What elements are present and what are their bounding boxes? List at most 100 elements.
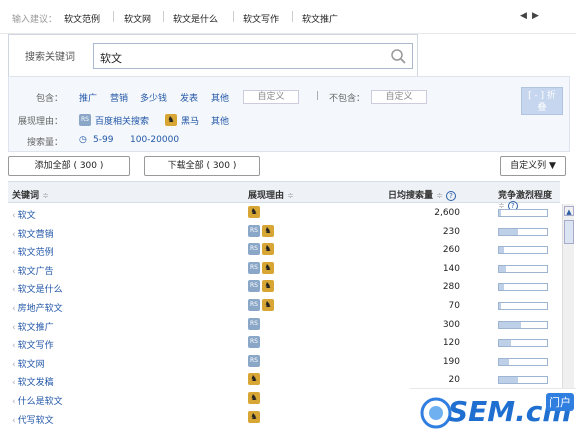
keyword-text: 软文范例 xyxy=(17,248,54,259)
reason-cell: ♞ xyxy=(248,392,262,404)
competition-bar xyxy=(498,302,548,310)
custom-columns-button[interactable]: 自定义列 ▼ xyxy=(500,156,566,176)
keyword-link[interactable]: ‹ 房地产软文 xyxy=(12,301,63,314)
column-header-volume[interactable]: 日均搜索量 ≑ ? xyxy=(388,188,456,201)
prev-arrow-icon[interactable]: ◀ xyxy=(520,11,527,21)
scroll-thumb[interactable] xyxy=(564,220,574,244)
include-option[interactable]: 发表 xyxy=(180,91,198,104)
add-arrow-icon[interactable]: ‹ xyxy=(12,341,16,351)
filter-panel: 包含： 推广 营销 多少钱 发表 其他 自定义 | 不包含： 自定义 [ - ]… xyxy=(8,76,570,152)
keyword-link[interactable]: ‹ 软文营销 xyxy=(12,227,54,240)
download-all-button[interactable]: 下载全部 ( 300 ) xyxy=(144,156,260,176)
sort-icon[interactable]: ≑ xyxy=(287,191,294,200)
help-icon[interactable]: ? xyxy=(446,191,456,201)
next-arrow-icon[interactable]: ▶ xyxy=(532,11,539,21)
competition-bar xyxy=(498,357,548,366)
keyword-link[interactable]: ‹ 什么是软文 xyxy=(12,394,63,407)
competition-fill xyxy=(499,247,504,254)
suggestion-item[interactable]: 软文写作 xyxy=(243,12,279,25)
include-option[interactable]: 推广 xyxy=(79,91,97,104)
add-arrow-icon[interactable]: ‹ xyxy=(12,267,16,277)
reason-label: 展现理由： xyxy=(17,117,63,127)
scroll-up-icon[interactable]: ▲ xyxy=(564,206,574,216)
reason-cell: ♞ xyxy=(248,410,262,423)
add-arrow-icon[interactable]: ‹ xyxy=(12,378,16,388)
keyword-link[interactable]: ‹ 软文写作 xyxy=(12,338,54,351)
keyword-link[interactable]: ‹ 软文范例 xyxy=(12,245,54,258)
keyword-link[interactable]: ‹ 软文网 xyxy=(12,357,45,370)
reason-option-horse[interactable]: 黑马 xyxy=(181,114,199,127)
add-arrow-icon[interactable]: ‹ xyxy=(12,211,16,221)
column-header-keyword[interactable]: 关键词 ≑ xyxy=(12,188,49,201)
add-arrow-icon[interactable]: ‹ xyxy=(12,416,16,426)
reason-cell: RS ♞ xyxy=(248,243,276,256)
keyword-link[interactable]: ‹ 软文是什么 xyxy=(12,282,63,295)
reason-option-rs[interactable]: 百度相关搜索 xyxy=(95,114,149,127)
horse-icon: ♞ xyxy=(262,261,274,274)
reason-option-other[interactable]: 其他 xyxy=(211,114,229,127)
keyword-link[interactable]: ‹ 软文发稿 xyxy=(12,375,54,388)
rs-icon: RS xyxy=(248,243,260,256)
rs-icon: RS xyxy=(248,261,260,274)
search-volume: 2,600 xyxy=(434,208,460,218)
volume-option[interactable]: 5-99 xyxy=(93,135,113,145)
volume-row: 搜索量： ◷ 5-99 100-20000 xyxy=(9,135,569,151)
divider xyxy=(233,11,234,22)
add-arrow-icon[interactable]: ‹ xyxy=(12,360,16,370)
add-all-button[interactable]: 添加全部 ( 300 ) xyxy=(8,156,130,176)
table-row: ‹ 软文网 RS 190 xyxy=(8,353,560,372)
add-arrow-icon[interactable]: ‹ xyxy=(12,323,16,333)
sort-icon[interactable]: ≑ xyxy=(436,191,443,200)
add-arrow-icon[interactable]: ‹ xyxy=(12,304,16,314)
competition-bar xyxy=(498,283,548,292)
rs-icon: RS xyxy=(79,114,91,126)
suggestion-item[interactable]: 软文网 xyxy=(124,12,151,25)
include-option[interactable]: 其他 xyxy=(211,91,229,104)
include-option[interactable]: 多少钱 xyxy=(140,91,167,104)
divider xyxy=(292,11,293,22)
search-value: 软文 xyxy=(100,52,122,65)
reason-cell: ♞ xyxy=(248,373,262,386)
add-arrow-icon[interactable]: ‹ xyxy=(12,285,16,295)
table-row: ‹ 软文 ♞ 2,600 xyxy=(8,204,560,223)
sort-icon[interactable]: ≑ xyxy=(42,191,49,200)
table-row: ‹ 软文是什么 RS ♞ 280 xyxy=(8,278,560,297)
keyword-text: 软文写作 xyxy=(17,341,54,352)
reason-cell: RS ♞ xyxy=(248,261,276,274)
suggestion-item[interactable]: 软文是什么 xyxy=(173,12,218,25)
include-custom-field[interactable]: 自定义 xyxy=(243,90,299,104)
exclude-custom-field[interactable]: 自定义 xyxy=(371,90,427,104)
search-volume: 120 xyxy=(442,338,460,349)
include-label: 包含： xyxy=(35,94,63,104)
keyword-text: 软文广告 xyxy=(17,266,54,277)
suggestion-item[interactable]: 软文范例 xyxy=(64,12,100,25)
competition-fill xyxy=(499,358,509,365)
add-arrow-icon[interactable]: ‹ xyxy=(12,230,16,240)
add-arrow-icon[interactable]: ‹ xyxy=(12,397,16,407)
table-header: 关键词 ≑ 展现理由 ≑ 日均搜索量 ≑ ? 竞争激烈程度 ≑ ? xyxy=(8,181,560,211)
add-arrow-icon[interactable]: ‹ xyxy=(12,248,16,258)
fold-button[interactable]: [ - ] 折 叠 xyxy=(521,87,563,115)
search-volume: 70 xyxy=(448,301,460,311)
suggestion-item[interactable]: 软文推广 xyxy=(302,12,338,25)
reason-cell: ♞ xyxy=(248,206,262,218)
fold-label: [ - ] 折 xyxy=(528,91,556,101)
volume-option[interactable]: 100-20000 xyxy=(130,135,179,145)
search-icon[interactable] xyxy=(390,48,406,64)
search-volume: 20 xyxy=(448,375,460,386)
competition-fill xyxy=(499,340,511,347)
rs-icon: RS xyxy=(248,317,260,330)
competition-bar xyxy=(498,246,548,255)
keyword-link[interactable]: ‹ 软文广告 xyxy=(12,264,54,277)
include-option[interactable]: 营销 xyxy=(110,91,128,104)
keyword-link[interactable]: ‹ 软文推广 xyxy=(12,320,54,333)
table-row: ‹ 软文广告 RS ♞ 140 xyxy=(8,260,560,279)
keyword-link[interactable]: ‹ 软文 xyxy=(12,208,36,221)
search-volume: 190 xyxy=(442,356,460,367)
reason-cell: RS xyxy=(248,336,262,349)
competition-fill xyxy=(499,265,507,272)
column-header-reason[interactable]: 展现理由 ≑ xyxy=(248,188,294,201)
keyword-text: 软文发稿 xyxy=(17,378,54,389)
search-input[interactable]: 软文 xyxy=(93,43,413,69)
keyword-link[interactable]: ‹ 代写软文 xyxy=(12,413,54,426)
